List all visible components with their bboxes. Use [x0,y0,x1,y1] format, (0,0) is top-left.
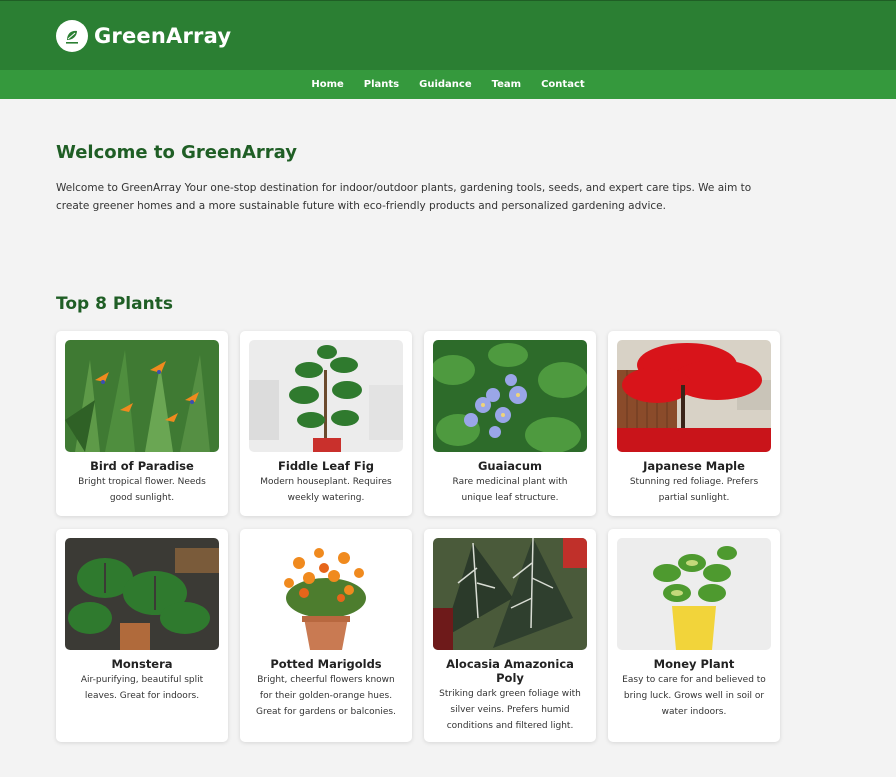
plant-card-alocasia-amazonica-poly[interactable]: Alocasia Amazonica Poly Striking dark gr… [424,529,596,742]
monstera-image [65,538,219,650]
nav-home[interactable]: Home [301,79,353,90]
plant-card-guaiacum[interactable]: Guaiacum Rare medicinal plant with uniqu… [424,331,596,516]
plant-card-monstera[interactable]: Monstera Air-purifying, beautiful split … [56,529,228,742]
main-content: Welcome to GreenArray Welcome to GreenAr… [0,99,896,742]
plant-card-money-plant[interactable]: Money Plant Easy to care for and believe… [608,529,780,742]
plant-description: Air-purifying, beautiful split leaves. G… [80,675,204,701]
nav-team[interactable]: Team [482,79,531,90]
plant-description: Bright tropical flower. Needs good sunli… [78,477,206,503]
japanese-maple-image [617,340,771,452]
plant-grid-row-2: Monstera Air-purifying, beautiful split … [56,529,840,742]
plant-name: Monstera [111,657,173,671]
plant-name: Potted Marigolds [270,657,382,671]
plant-card-potted-marigolds[interactable]: Potted Marigolds Bright, cheerful flower… [240,529,412,742]
plant-card-japanese-maple[interactable]: Japanese Maple Stunning red foliage. Pre… [608,331,780,516]
brand-name[interactable]: GreenArray [94,24,231,48]
welcome-title: Welcome to GreenArray [56,142,297,163]
plant-name: Japanese Maple [643,459,745,473]
plant-description: Stunning red foliage. Prefers partial su… [629,477,759,503]
site-header: GreenArray [0,0,896,70]
plant-description: Striking dark green foliage with silver … [439,689,581,731]
nav-guidance[interactable]: Guidance [409,79,482,90]
plant-grid: Bird of Paradise Bright tropical flower.… [56,331,840,516]
welcome-text: Welcome to GreenArray Your one-stop dest… [56,182,752,212]
fiddle-leaf-fig-image [249,340,403,452]
plant-description: Bright, cheerful flowers known for their… [256,675,396,717]
plant-description: Easy to care for and believed to bring l… [622,675,766,717]
plant-name: Money Plant [653,657,735,671]
potted-marigolds-image [249,538,403,650]
guaiacum-image [433,340,587,452]
plant-description: Rare medicinal plant with unique leaf st… [452,477,568,503]
plant-card-bird-of-paradise[interactable]: Bird of Paradise Bright tropical flower.… [56,331,228,516]
alocasia-amazonica-poly-image [433,538,587,650]
main-nav: Home Plants Guidance Team Contact [0,70,896,99]
bird-of-paradise-image [65,340,219,452]
nav-plants[interactable]: Plants [354,79,409,90]
plant-name: Alocasia Amazonica Poly [446,657,574,685]
plants-section-title: Top 8 Plants [56,294,173,314]
plant-name: Guaiacum [477,459,543,473]
plant-description: Modern houseplant. Requires weekly water… [260,477,392,503]
money-plant-image [617,538,771,650]
plant-name: Bird of Paradise [90,459,194,473]
plant-card-fiddle-leaf-fig[interactable]: Fiddle Leaf Fig Modern houseplant. Requi… [240,331,412,516]
leaf-logo-icon[interactable] [56,19,88,52]
nav-contact[interactable]: Contact [531,79,595,90]
plant-name: Fiddle Leaf Fig [278,459,374,473]
